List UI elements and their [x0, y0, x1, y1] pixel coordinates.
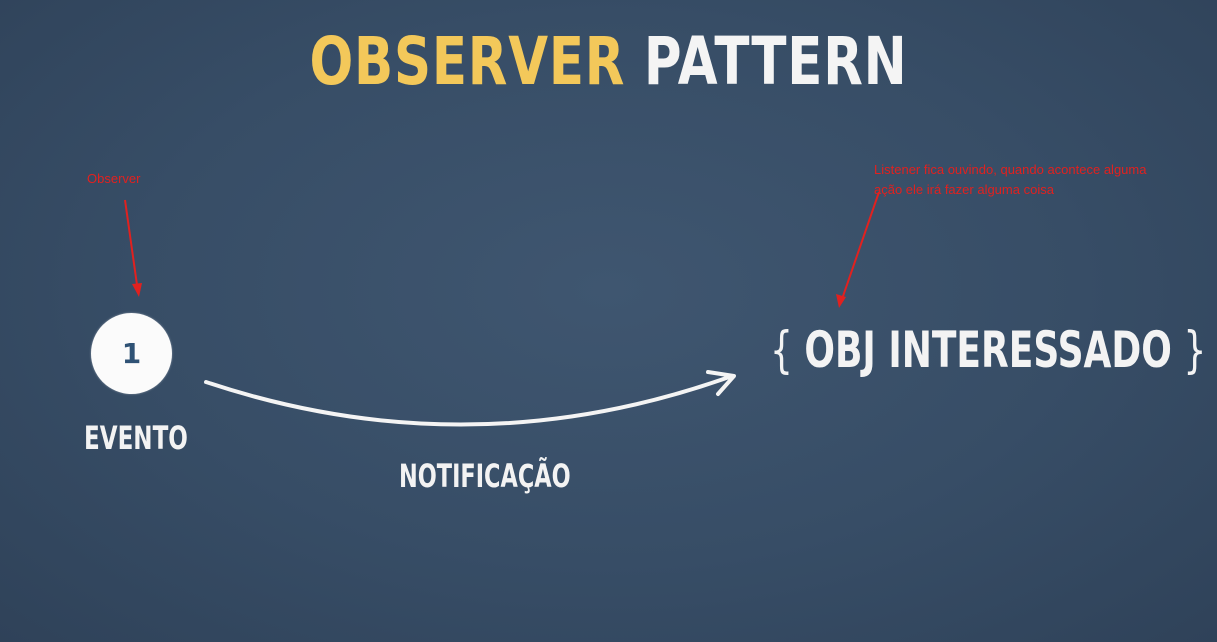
notification-arrow-curve: [204, 374, 734, 427]
observer-annotation-arrowhead: [132, 283, 142, 297]
observer-annotation-arrow: [124, 199, 139, 293]
chalkboard-slide: OBSERVER PATTERN 1 EVENTO NOTIFICAÇÃO { …: [0, 0, 1217, 642]
listener-annotation-arrowhead: [836, 294, 846, 308]
listener-annotation-arrow: [840, 191, 880, 303]
diagram-arrows: [124, 191, 880, 427]
